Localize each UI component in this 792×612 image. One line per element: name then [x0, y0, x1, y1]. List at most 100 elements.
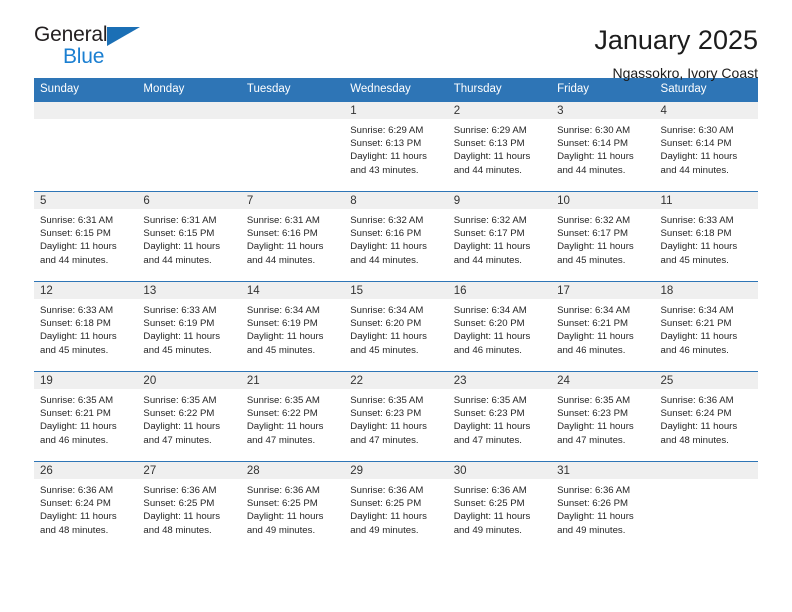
day-details: Sunrise: 6:34 AM Sunset: 6:21 PM Daylight:…	[551, 299, 654, 357]
calendar-day-cell[interactable]: 17 Sunrise: 6:34 AM Sunset: 6:21 PM Dayligh…	[551, 281, 655, 372]
calendar-day-cell[interactable]: 29 Sunrise: 6:36 AM Sunset: 6:25 PM Dayligh…	[344, 461, 448, 552]
daylight-duration-line1: Daylight: 11 hours	[453, 241, 531, 253]
calendar-day-cell[interactable]: 25 Sunrise: 6:36 AM Sunset: 6:24 PM Dayligh…	[654, 371, 758, 462]
day-details: Sunrise: 6:36 AM Sunset: 6:25 PM Daylight:…	[137, 479, 240, 537]
calendar-day-cell[interactable]: 23 Sunrise: 6:35 AM Sunset: 6:23 PM Dayligh…	[447, 371, 552, 462]
sunset-time: Sunset: 6:15 PM	[143, 228, 215, 240]
calendar-day-cell[interactable]: 2 Sunrise: 6:29 AM Sunset: 6:13 PM Daylight…	[447, 101, 552, 192]
calendar-day-cell[interactable]: 13 Sunrise: 6:33 AM Sunset: 6:19 PM Dayligh…	[137, 281, 241, 372]
calendar-day-cell-empty[interactable]	[137, 101, 241, 192]
day-number: 2	[447, 102, 552, 119]
sunset-time: Sunset: 6:25 PM	[453, 498, 525, 510]
daylight-duration-line2: and 45 minutes.	[40, 344, 109, 356]
calendar-day-cell[interactable]: 1 Sunrise: 6:29 AM Sunset: 6:13 PM Daylight…	[344, 101, 448, 192]
sunrise-time: Sunrise: 6:29 AM	[453, 125, 527, 136]
calendar-day-cell[interactable]: 24 Sunrise: 6:35 AM Sunset: 6:23 PM Dayligh…	[551, 371, 655, 462]
daylight-duration-line1: Daylight: 11 hours	[453, 331, 531, 343]
daylight-duration-line2: and 47 minutes.	[246, 434, 316, 446]
calendar-day-cell[interactable]: 11 Sunrise: 6:33 AM Sunset: 6:18 PM Dayligh…	[654, 191, 758, 282]
sunset-time: Sunset: 6:13 PM	[453, 138, 525, 150]
calendar-day-cell[interactable]: 19 Sunrise: 6:35 AM Sunset: 6:21 PM Dayligh…	[34, 371, 138, 462]
sunrise-time: Sunrise: 6:35 AM	[40, 395, 114, 406]
calendar-day-cell[interactable]: 18 Sunrise: 6:34 AM Sunset: 6:21 PM Dayligh…	[654, 281, 758, 372]
calendar-day-cell[interactable]: 5 Sunrise: 6:31 AM Sunset: 6:15 PM Daylight…	[34, 191, 138, 282]
sunset-time: Sunset: 6:13 PM	[350, 138, 422, 150]
day-number: 18	[654, 282, 758, 299]
day-details: Sunrise: 6:35 AM Sunset: 6:23 PM Daylight:…	[551, 389, 654, 447]
sunrise-time: Sunrise: 6:36 AM	[660, 395, 734, 406]
sunrise-time: Sunrise: 6:34 AM	[557, 305, 631, 316]
logo-text-blue: Blue	[63, 45, 105, 68]
calendar-day-cell[interactable]: 14 Sunrise: 6:34 AM Sunset: 6:19 PM Dayligh…	[240, 281, 345, 372]
calendar-day-cell[interactable]: 10 Sunrise: 6:32 AM Sunset: 6:17 PM Dayligh…	[551, 191, 655, 282]
daylight-duration-line1: Daylight: 11 hours	[143, 511, 221, 523]
day-details: Sunrise: 6:30 AM Sunset: 6:14 PM Daylight:…	[655, 119, 758, 177]
daylight-duration-line2: and 47 minutes.	[350, 434, 419, 446]
day-number: 23	[447, 372, 552, 389]
sunrise-time: Sunrise: 6:33 AM	[40, 305, 114, 316]
day-details: Sunrise: 6:36 AM Sunset: 6:25 PM Daylight:…	[241, 479, 344, 537]
day-number: 7	[240, 192, 345, 209]
daylight-duration-line1: Daylight: 11 hours	[660, 241, 738, 253]
day-details: Sunrise: 6:36 AM Sunset: 6:24 PM Daylight:…	[34, 479, 137, 537]
sunrise-time: Sunrise: 6:35 AM	[453, 395, 527, 406]
daylight-duration-line1: Daylight: 11 hours	[143, 421, 221, 433]
calendar-day-cell[interactable]: 31 Sunrise: 6:36 AM Sunset: 6:26 PM Dayligh…	[551, 461, 655, 552]
calendar-day-cell[interactable]: 27 Sunrise: 6:36 AM Sunset: 6:25 PM Dayligh…	[137, 461, 241, 552]
daylight-duration-line2: and 46 minutes.	[660, 344, 729, 356]
calendar-day-cell[interactable]: 7 Sunrise: 6:31 AM Sunset: 6:16 PM Daylight…	[240, 191, 345, 282]
calendar-day-cell[interactable]: 16 Sunrise: 6:34 AM Sunset: 6:20 PM Dayligh…	[447, 281, 552, 372]
sunrise-time: Sunrise: 6:35 AM	[246, 395, 320, 406]
sunrise-time: Sunrise: 6:34 AM	[246, 305, 320, 316]
calendar-day-cell-empty[interactable]	[34, 101, 138, 192]
day-number: 11	[654, 192, 758, 209]
sunrise-time: Sunrise: 6:36 AM	[40, 485, 114, 496]
sunrise-time: Sunrise: 6:31 AM	[143, 215, 217, 226]
daylight-duration-line2: and 48 minutes.	[40, 524, 109, 536]
daylight-duration-line2: and 44 minutes.	[660, 164, 729, 176]
daylight-duration-line1: Daylight: 11 hours	[557, 151, 634, 163]
calendar-day-cell[interactable]: 4 Sunrise: 6:30 AM Sunset: 6:14 PM Daylight…	[654, 101, 758, 192]
calendar-day-cell-empty[interactable]	[240, 101, 345, 192]
daylight-duration-line2: and 44 minutes.	[453, 254, 522, 266]
calendar-day-cell[interactable]: 21 Sunrise: 6:35 AM Sunset: 6:22 PM Dayligh…	[240, 371, 345, 462]
sunrise-time: Sunrise: 6:30 AM	[660, 125, 734, 136]
sunrise-time: Sunrise: 6:34 AM	[453, 305, 527, 316]
day-details: Sunrise: 6:35 AM Sunset: 6:22 PM Daylight:…	[241, 389, 344, 447]
calendar-day-cell[interactable]: 8 Sunrise: 6:32 AM Sunset: 6:16 PM Daylight…	[344, 191, 448, 282]
daylight-duration-line2: and 44 minutes.	[246, 254, 316, 266]
calendar-header-row: Sunday Monday Tuesday Wednesday Thursday…	[34, 78, 758, 102]
calendar-day-cell[interactable]: 12 Sunrise: 6:33 AM Sunset: 6:18 PM Dayligh…	[34, 281, 138, 372]
day-details: Sunrise: 6:32 AM Sunset: 6:17 PM Daylight:…	[551, 209, 654, 267]
sunset-time: Sunset: 6:23 PM	[350, 408, 422, 420]
daylight-duration-line1: Daylight: 11 hours	[350, 421, 427, 433]
title-block: January 2025 Ngassokro, Ivory Coast	[594, 24, 758, 80]
sunset-time: Sunset: 6:21 PM	[660, 318, 732, 330]
sunrise-time: Sunrise: 6:30 AM	[557, 125, 631, 136]
daylight-duration-line2: and 44 minutes.	[453, 164, 522, 176]
day-number: 24	[551, 372, 655, 389]
calendar-day-cell[interactable]: 20 Sunrise: 6:35 AM Sunset: 6:22 PM Dayligh…	[137, 371, 241, 462]
daylight-duration-line2: and 47 minutes.	[557, 434, 626, 446]
calendar-day-cell[interactable]: 28 Sunrise: 6:36 AM Sunset: 6:25 PM Dayligh…	[240, 461, 345, 552]
daylight-duration-line2: and 48 minutes.	[143, 524, 212, 536]
sunset-time: Sunset: 6:19 PM	[246, 318, 318, 330]
calendar-day-cell-empty[interactable]	[654, 461, 758, 552]
weekday-header-thursday: Thursday	[447, 78, 552, 102]
daylight-duration-line2: and 47 minutes.	[453, 434, 522, 446]
calendar-day-cell[interactable]: 30 Sunrise: 6:36 AM Sunset: 6:25 PM Dayligh…	[447, 461, 552, 552]
daylight-duration-line1: Daylight: 11 hours	[246, 241, 324, 253]
calendar-day-cell[interactable]: 9 Sunrise: 6:32 AM Sunset: 6:17 PM Daylight…	[447, 191, 552, 282]
daylight-duration-line2: and 44 minutes.	[40, 254, 109, 266]
calendar-day-cell[interactable]: 22 Sunrise: 6:35 AM Sunset: 6:23 PM Dayligh…	[344, 371, 448, 462]
daylight-duration-line2: and 43 minutes.	[350, 164, 419, 176]
calendar-day-cell[interactable]: 26 Sunrise: 6:36 AM Sunset: 6:24 PM Dayligh…	[34, 461, 138, 552]
calendar-day-cell[interactable]: 6 Sunrise: 6:31 AM Sunset: 6:15 PM Daylight…	[137, 191, 241, 282]
day-number: 8	[344, 192, 448, 209]
day-details: Sunrise: 6:36 AM Sunset: 6:24 PM Daylight:…	[655, 389, 758, 447]
day-number: 22	[344, 372, 448, 389]
calendar-day-cell[interactable]: 3 Sunrise: 6:30 AM Sunset: 6:14 PM Daylight…	[551, 101, 655, 192]
calendar-day-cell[interactable]: 15 Sunrise: 6:34 AM Sunset: 6:20 PM Dayligh…	[344, 281, 448, 372]
day-number: 16	[447, 282, 552, 299]
sunrise-time: Sunrise: 6:36 AM	[453, 485, 527, 496]
